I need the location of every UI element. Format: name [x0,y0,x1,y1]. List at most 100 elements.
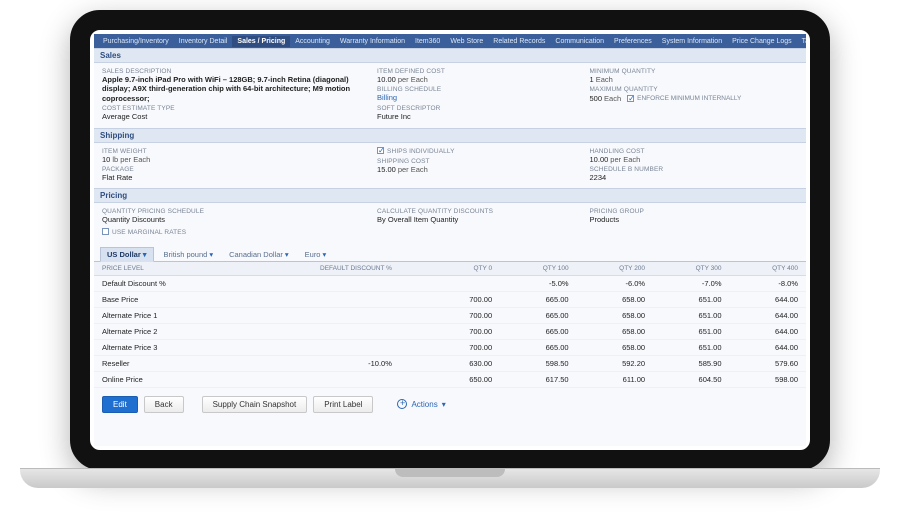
discount-cell: -10.0% [240,355,400,371]
section-tab[interactable]: Price Change Logs [727,36,797,47]
qty-price-cell: 700.00 [429,323,500,339]
billing-schedule-label: BILLING SCHEDULE [377,86,585,93]
table-header-cell [400,262,429,276]
currency-tab[interactable]: Euro▾ [299,248,333,261]
qty-price-cell: 604.50 [653,371,729,387]
pricing-group: Products [590,215,798,224]
table-header-cell: QTY 0 [429,262,500,276]
qty-price-cell: 651.00 [653,323,729,339]
qty-price-cell: 598.00 [730,371,807,387]
discount-cell [240,339,400,355]
section-tab[interactable]: Purchasing/Inventory [98,36,174,47]
table-header-cell: DEFAULT DISCOUNT % [240,262,400,276]
supply-chain-snapshot-button[interactable]: Supply Chain Snapshot [202,396,308,413]
ships-individually-checkbox[interactable]: SHIPS INDIVIDUALLY [377,146,585,156]
plus-circle-icon [397,399,407,409]
cost-estimate-type-label: COST ESTIMATE TYPE [102,105,373,112]
qty-price-cell: 598.50 [500,355,576,371]
discount-cell [240,323,400,339]
price-level-cell: Alternate Price 3 [94,339,240,355]
discount-cell [240,371,400,387]
table-row[interactable]: Base Price700.00665.00658.00651.00644.00 [94,291,806,307]
table-row[interactable]: Reseller-10.0%630.00598.50592.20585.9057… [94,355,806,371]
soft-descriptor-label: SOFT DESCRIPTOR [377,105,585,112]
spacer-cell [400,291,429,307]
app-screen: Purchasing/InventoryInventory DetailSale… [94,34,806,446]
currency-tab[interactable]: British pound▾ [158,248,220,261]
currency-tab[interactable]: US Dollar▾ [100,247,154,262]
qty-price-cell: 665.00 [500,339,576,355]
spacer-cell [400,355,429,371]
sales-section: SALES DESCRIPTION Apple 9.7-inch iPad Pr… [94,63,806,128]
edit-button[interactable]: Edit [102,396,138,413]
section-tab[interactable]: Web Store [445,36,488,47]
qty-price-cell: 630.00 [429,355,500,371]
qty-price-cell: 644.00 [730,291,807,307]
qty-price-cell: 651.00 [653,339,729,355]
qty-price-cell: 700.00 [429,339,500,355]
qty-price-cell: 665.00 [500,291,576,307]
spacer-cell [400,323,429,339]
qty-price-cell: 665.00 [500,323,576,339]
print-label-button[interactable]: Print Label [313,396,373,413]
pricing-group-label: PRICING GROUP [590,208,798,215]
spacer-cell [400,307,429,323]
qty-price-cell: 644.00 [730,307,807,323]
qty-price-cell: 665.00 [500,307,576,323]
section-tab[interactable]: Inventory Detail [174,36,233,47]
section-tab[interactable]: System Information [657,36,727,47]
actions-dropdown[interactable]: Actions▾ [397,399,445,409]
table-header-cell: QTY 100 [500,262,576,276]
table-row[interactable]: Default Discount %-5.0%-6.0%-7.0%-8.0% [94,275,806,291]
qty-price-cell: -8.0% [730,275,807,291]
section-tab[interactable]: Communication [550,36,609,47]
table-row[interactable]: Alternate Price 2700.00665.00658.00651.0… [94,323,806,339]
back-button[interactable]: Back [144,396,184,413]
cost-estimate-type: Average Cost [102,112,373,121]
table-row[interactable]: Alternate Price 3 700.00665.00658.00651.0… [94,339,806,355]
section-tab[interactable]: Accounting [290,36,335,47]
check-icon [377,147,384,154]
qty-price-cell: 644.00 [730,339,807,355]
shipping-cost-label: SHIPPING COST [377,158,585,165]
sales-description-label: SALES DESCRIPTION [102,68,373,75]
section-tab[interactable]: Preferences [609,36,657,47]
calc-qty-discounts: By Overall Item Quantity [377,215,585,224]
qty-price-cell: 658.00 [577,339,653,355]
table-header-cell: PRICE LEVEL [94,262,240,276]
marginal-rates-checkbox[interactable]: USE MARGINAL RATES [102,227,373,237]
price-level-cell: Online Price [94,371,240,387]
section-tab[interactable]: Warranty Information [335,36,410,47]
table-row[interactable]: Online Price650.00617.50611.00604.50598.… [94,371,806,387]
calc-qty-discounts-label: CALCULATE QUANTITY DISCOUNTS [377,208,585,215]
shipping-header: Shipping [94,128,806,143]
qty-price-cell: 611.00 [577,371,653,387]
section-tab[interactable]: Sales / Pricing [232,36,290,47]
item-defined-cost: 10.00per Each [377,75,585,84]
section-tab[interactable]: Item360 [410,36,445,47]
min-qty: 1Each [590,75,798,84]
shipping-section: ITEM WEIGHT 10lb per Each PACKAGE Flat R… [94,143,806,189]
table-header-cell: QTY 300 [653,262,729,276]
currency-tab[interactable]: Canadian Dollar▾ [223,248,295,261]
currency-tab-bar: US Dollar▾ British pound▾Canadian Dollar▾… [94,243,806,262]
billing-schedule-link[interactable]: Billing [377,93,397,102]
price-level-cell: Alternate Price 2 [94,323,240,339]
enforce-min-checkbox[interactable]: ENFORCE MINIMUM INTERNALLY [627,93,741,103]
schedule-b-label: SCHEDULE B NUMBER [590,166,798,173]
qty-price-cell: 592.20 [577,355,653,371]
schedule-b: 2234 [590,173,798,182]
qty-price-cell: 585.90 [653,355,729,371]
table-header-cell: QTY 200 [577,262,653,276]
item-weight-label: ITEM WEIGHT [102,148,373,155]
price-level-cell: Default Discount % [94,275,240,291]
section-tab[interactable]: Related Records [488,36,550,47]
section-tab[interactable]: Tax Reporting [797,36,806,47]
discount-cell [240,291,400,307]
section-tab-bar: Purchasing/InventoryInventory DetailSale… [94,34,806,48]
table-row[interactable]: Alternate Price 1700.00665.00658.00651.0… [94,307,806,323]
qty-price-cell: 651.00 [653,307,729,323]
button-bar: Edit Back Supply Chain Snapshot Print La… [94,388,806,417]
qty-price-cell: 700.00 [429,307,500,323]
qty-price-cell: -7.0% [653,275,729,291]
